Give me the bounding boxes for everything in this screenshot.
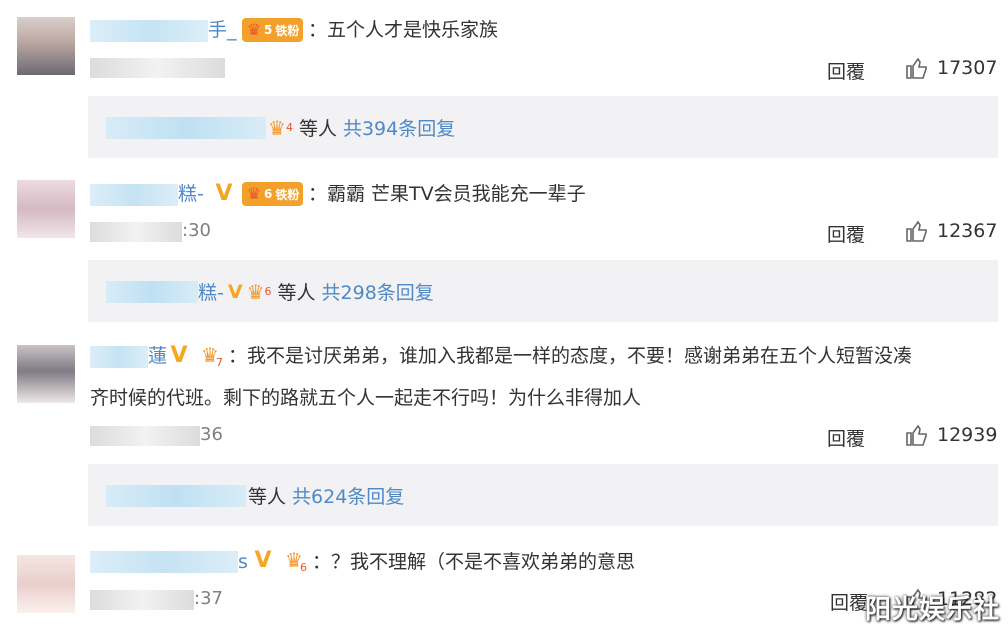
view-replies-link[interactable]: 共394条回复 [343, 114, 455, 141]
timestamp-tail: :37 [194, 588, 223, 609]
username-blurred[interactable] [90, 346, 148, 368]
comment-text-line-2: 齐时候的代班。剩下的路就五个人一起走不行吗！为什么非得加人 [90, 387, 642, 409]
timestamp-blurred [90, 426, 200, 446]
crown-icon: ♛ [246, 279, 265, 304]
view-replies-link[interactable]: 共624条回复 [292, 482, 404, 509]
timestamp-tail: :30 [182, 220, 211, 241]
username-tail[interactable]: 手_ [208, 13, 237, 47]
comment-text-line-1: ：我不是讨厌弟弟，谁加入我都是一样的态度，不要！感谢弟弟在五个人短暂没凑 [228, 345, 913, 367]
reply-summary-content: ♛ 4 等人 共394条回复 [106, 114, 455, 141]
username-tail[interactable]: 糕- [178, 177, 204, 211]
reply-button[interactable]: 回覆 [830, 588, 868, 615]
crown-icon: ♛ [246, 20, 262, 39]
crown-icon: ♛ [268, 115, 286, 140]
verified-v-icon: V [170, 343, 188, 368]
crown-icon: ♛ [246, 184, 262, 203]
badge-level: 6 [264, 187, 273, 201]
timestamp-blurred [90, 222, 182, 242]
like-count: 12367 [937, 220, 998, 242]
reply-button[interactable]: 回覆 [827, 57, 865, 84]
username-blurred[interactable] [90, 551, 238, 573]
reply-others-text: 等人 [277, 282, 316, 304]
reply-summary: 等人 共624条回复 [88, 464, 998, 526]
fan-badge: ♛ 5 铁粉 [242, 18, 304, 42]
like-button[interactable]: 17307 [905, 56, 997, 80]
badge-label: 铁粉 [275, 23, 300, 38]
thumbs-up-icon [906, 424, 927, 446]
comment-text: ：五个人才是快乐家族 [308, 19, 499, 41]
reply-summary-content: 糕- V ♛ 6 等人 共298条回复 [106, 278, 434, 305]
avatar[interactable] [17, 555, 75, 613]
verified-v-icon: V [254, 548, 272, 573]
reply-button[interactable]: 回覆 [827, 424, 865, 451]
username-tail[interactable]: s [238, 545, 248, 579]
verified-v-icon: V [227, 280, 243, 303]
reply-others-text: 等人 [248, 486, 287, 508]
username-blurred[interactable] [90, 184, 178, 206]
badge-level: 6 [264, 285, 272, 298]
timestamp-blurred [90, 590, 194, 610]
like-button[interactable]: 12367 [905, 219, 997, 243]
comment-text: ：？我不理解（不是不喜欢弟弟的意思 [312, 551, 636, 573]
username-blurred[interactable] [90, 20, 208, 42]
timestamp-blurred [90, 58, 225, 78]
badge-level: 5 [264, 23, 273, 37]
comment-text: ：霸霸 芒果TV会员我能充一辈子 [308, 183, 586, 205]
fan-badge: ♛ 6 铁粉 [242, 182, 304, 206]
reply-summary-content: 等人 共624条回复 [106, 482, 404, 509]
badge-level: 6 [300, 561, 307, 574]
watermark: 阳光娱乐社 [864, 595, 1000, 625]
avatar[interactable] [17, 17, 75, 75]
reply-summary: ♛ 4 等人 共394条回复 [88, 96, 998, 158]
avatar[interactable] [17, 345, 75, 403]
like-count: 17307 [937, 57, 998, 79]
avatar[interactable] [17, 180, 75, 238]
reply-user-tail[interactable]: 糕- [198, 278, 224, 305]
badge-level: 7 [216, 356, 223, 369]
verified-v-icon: V [215, 181, 233, 206]
reply-user-blurred [106, 484, 246, 507]
timestamp-tail: 36 [200, 424, 223, 445]
like-button[interactable]: 12939 [905, 423, 997, 447]
thumbs-up-icon [906, 57, 927, 79]
reply-others-text: 等人 [298, 118, 337, 140]
reply-user-blurred [106, 116, 266, 139]
reply-button[interactable]: 回覆 [827, 220, 865, 247]
username-tail[interactable]: 蓮 [148, 339, 167, 373]
thumbs-up-icon [906, 220, 927, 242]
reply-user-blurred [106, 280, 198, 303]
view-replies-link[interactable]: 共298条回复 [322, 278, 434, 305]
reply-summary: 糕- V ♛ 6 等人 共298条回复 [88, 260, 998, 322]
badge-label: 铁粉 [275, 187, 300, 202]
like-count: 12939 [937, 424, 998, 446]
badge-level: 4 [285, 121, 293, 134]
